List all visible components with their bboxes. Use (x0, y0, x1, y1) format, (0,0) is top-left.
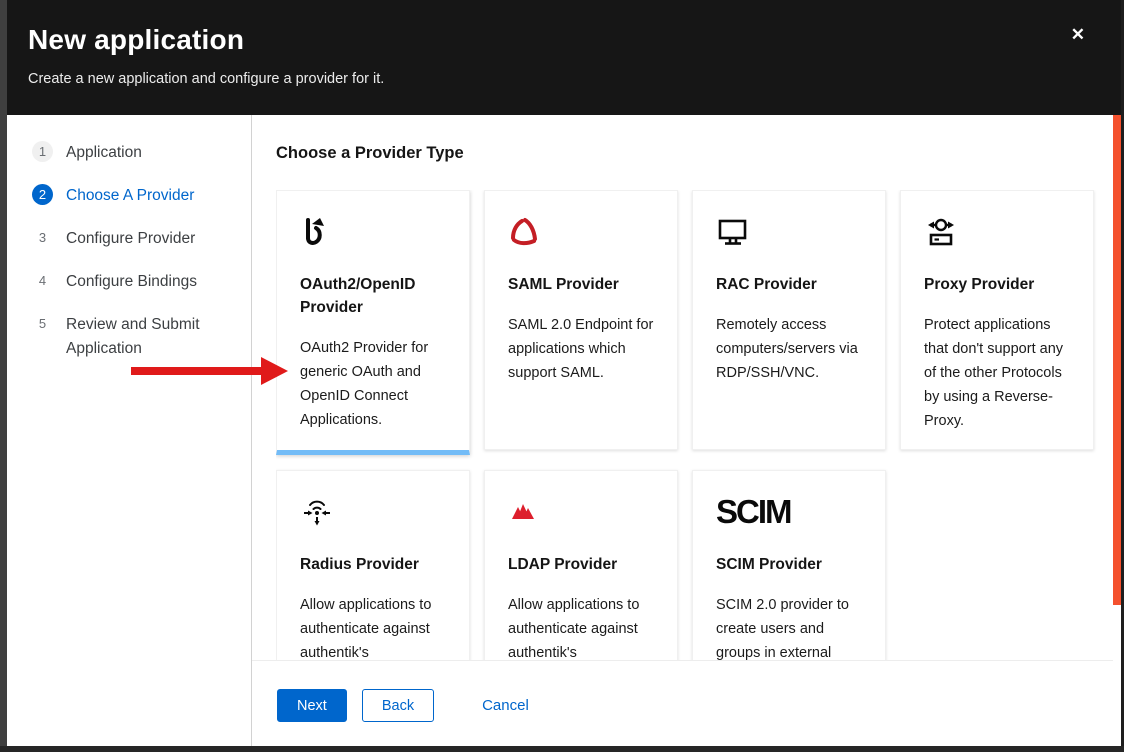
step-label: Configure Provider (66, 227, 195, 251)
back-button[interactable]: Back (362, 689, 434, 722)
close-icon[interactable]: ✕ (1071, 26, 1085, 43)
step-label: Configure Bindings (66, 270, 197, 294)
step-configure-provider[interactable]: 3 Configure Provider (32, 227, 241, 251)
step-label: Review and Submit Application (66, 313, 241, 361)
page-subtitle: Create a new application and configure a… (28, 71, 1101, 87)
proxy-icon (924, 216, 1073, 248)
provider-card-description: Allow applications to authenticate again… (300, 593, 449, 660)
provider-card-title: OAuth2/OpenID Provider (300, 273, 449, 319)
provider-card-title: SAML Provider (508, 273, 657, 296)
provider-card-saml[interactable]: SAML Provider SAML 2.0 Endpoint for appl… (484, 190, 678, 450)
scim-logo-icon: SCIM (716, 496, 865, 528)
provider-card-scim[interactable]: SCIM SCIM Provider SCIM 2.0 provider to … (692, 470, 886, 660)
step-choose-a-provider[interactable]: 2 Choose A Provider (32, 184, 241, 208)
step-application[interactable]: 1 Application (32, 141, 241, 165)
step-label: Application (66, 141, 142, 165)
provider-card-title: LDAP Provider (508, 553, 657, 576)
page-title: New application (28, 24, 1101, 56)
provider-card-description: SCIM 2.0 provider to create users and gr… (716, 593, 865, 660)
step-number: 4 (32, 270, 53, 291)
scrollbar-thumb[interactable] (1113, 115, 1121, 605)
provider-card-radius[interactable]: Radius Provider Allow applications to au… (276, 470, 470, 660)
provider-card-title: RAC Provider (716, 273, 865, 296)
screen: New application Create a new application… (0, 0, 1124, 752)
provider-card-description: SAML 2.0 Endpoint for applications which… (508, 313, 657, 385)
cancel-button[interactable]: Cancel (482, 689, 529, 722)
provider-cards-grid: OAuth2/OpenID Provider OAuth2 Provider f… (276, 190, 1102, 660)
step-number: 1 (32, 141, 53, 162)
saml-logo-icon (508, 216, 657, 248)
content-heading: Choose a Provider Type (276, 144, 464, 163)
step-configure-bindings[interactable]: 4 Configure Bindings (32, 270, 241, 294)
wizard-body: 1 Application 2 Choose A Provider 3 Conf… (7, 115, 1121, 746)
provider-card-title: Proxy Provider (924, 273, 1073, 296)
new-application-wizard-modal: New application Create a new application… (7, 0, 1121, 746)
provider-card-oauth2-openid[interactable]: OAuth2/OpenID Provider OAuth2 Provider f… (276, 190, 470, 455)
provider-card-title: Radius Provider (300, 553, 449, 576)
provider-card-description: Remotely access computers/servers via RD… (716, 313, 865, 385)
monitor-icon (716, 216, 865, 248)
wizard-steps-sidebar: 1 Application 2 Choose A Provider 3 Conf… (7, 115, 252, 746)
step-number: 3 (32, 227, 53, 248)
page-background-edge (0, 746, 1124, 752)
provider-type-panel: Choose a Provider Type OAuth2/ (252, 115, 1121, 746)
ldap-mountains-icon (508, 496, 657, 528)
provider-card-proxy[interactable]: Proxy Provider Protect applications that… (900, 190, 1094, 450)
openid-logo-icon (300, 216, 449, 248)
wizard-footer: Next Back Cancel (252, 660, 1113, 746)
provider-card-description: Allow applications to authenticate again… (508, 593, 657, 660)
wizard-header: New application Create a new application… (7, 0, 1121, 115)
page-background-edge (0, 0, 7, 752)
provider-card-rac[interactable]: RAC Provider Remotely access computers/s… (692, 190, 886, 450)
provider-card-description: Protect applications that don't support … (924, 313, 1073, 433)
step-number: 2 (32, 184, 53, 205)
provider-card-ldap[interactable]: LDAP Provider Allow applications to auth… (484, 470, 678, 660)
step-number: 5 (32, 313, 53, 334)
step-review-and-submit[interactable]: 5 Review and Submit Application (32, 313, 241, 361)
scim-logo-text: SCIM (716, 496, 865, 528)
step-label: Choose A Provider (66, 184, 194, 208)
provider-card-title: SCIM Provider (716, 553, 865, 576)
provider-card-description: OAuth2 Provider for generic OAuth and Op… (300, 336, 449, 432)
provider-cards-scroll-area: OAuth2/OpenID Provider OAuth2 Provider f… (276, 190, 1102, 660)
next-button[interactable]: Next (277, 689, 347, 722)
radius-icon (300, 496, 449, 528)
